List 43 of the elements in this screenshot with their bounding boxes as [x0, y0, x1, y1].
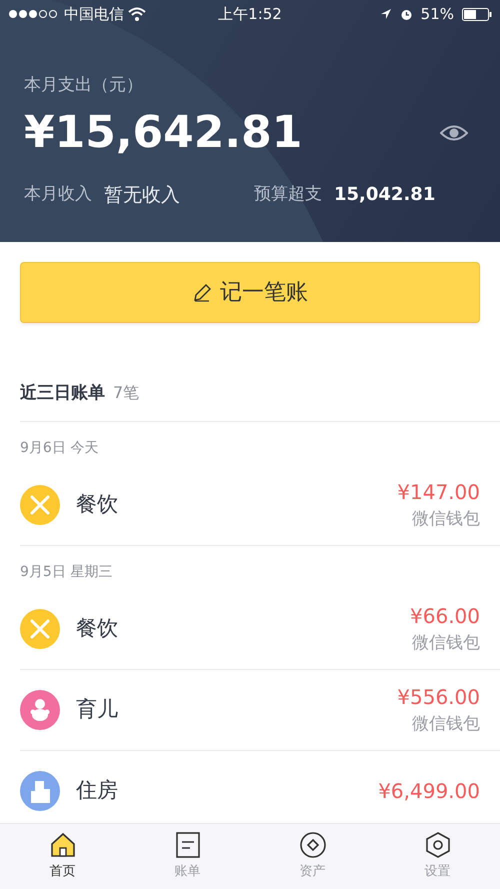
category-name: 餐饮 — [76, 614, 118, 642]
wifi-icon — [128, 7, 146, 21]
amount-text: ¥6,499.00 — [378, 778, 480, 804]
amount-text: ¥66.00 — [410, 602, 480, 630]
transaction-row[interactable]: 育儿 ¥556.00 微信钱包 — [0, 670, 500, 750]
category-name: 育儿 — [76, 696, 118, 723]
home-icon — [50, 832, 76, 858]
category-name: 餐饮 — [76, 490, 118, 518]
carrier-name: 中国电信 — [64, 4, 124, 25]
transaction-row[interactable]: 住房 ¥6,499.00 — [0, 750, 500, 823]
document-icon — [174, 832, 200, 858]
budget-value: 15,042.81 — [334, 183, 436, 208]
account-name: 微信钱包 — [412, 712, 480, 736]
transaction-row[interactable]: 餐饮 ¥147.00 微信钱包 — [0, 464, 500, 544]
income-label: 本月收入 — [24, 183, 92, 206]
building-icon — [20, 770, 60, 810]
section-title: 近三日账单 — [20, 382, 105, 405]
tab-item[interactable]: 首页 — [0, 824, 125, 889]
category-name: 住房 — [76, 776, 118, 804]
diamond-coin-icon — [300, 832, 326, 858]
budget-label: 预算超支 — [254, 183, 322, 206]
eye-icon[interactable] — [440, 124, 468, 142]
battery-icon — [462, 8, 492, 20]
baby-icon — [20, 690, 60, 730]
account-name: 微信钱包 — [412, 632, 480, 655]
expense-label: 本月支出（元） — [24, 74, 144, 97]
income-value: 暂无收入 — [104, 182, 181, 208]
date-label: 9月5日 星期三 — [19, 562, 114, 582]
expense-amount: ¥15,642.81 — [24, 110, 302, 154]
alarm-icon — [400, 8, 413, 20]
account-name: 微信钱包 — [412, 508, 480, 531]
amount-text: ¥147.00 — [397, 478, 480, 506]
transaction-row[interactable]: 餐饮 ¥66.00 微信钱包 — [0, 588, 500, 668]
battery-level: 51% — [420, 4, 454, 25]
pen-icon — [192, 282, 212, 302]
signal-icon — [8, 9, 60, 19]
record-count: 7笔 — [113, 382, 140, 404]
settings-icon — [424, 832, 450, 858]
record-button[interactable]: 记一笔账 — [20, 262, 480, 323]
date-label: 9月6日 今天 — [19, 438, 100, 458]
amount-text: ¥556.00 — [397, 684, 480, 711]
status-time: 上午1:52 — [218, 4, 282, 25]
location-icon — [380, 8, 392, 20]
